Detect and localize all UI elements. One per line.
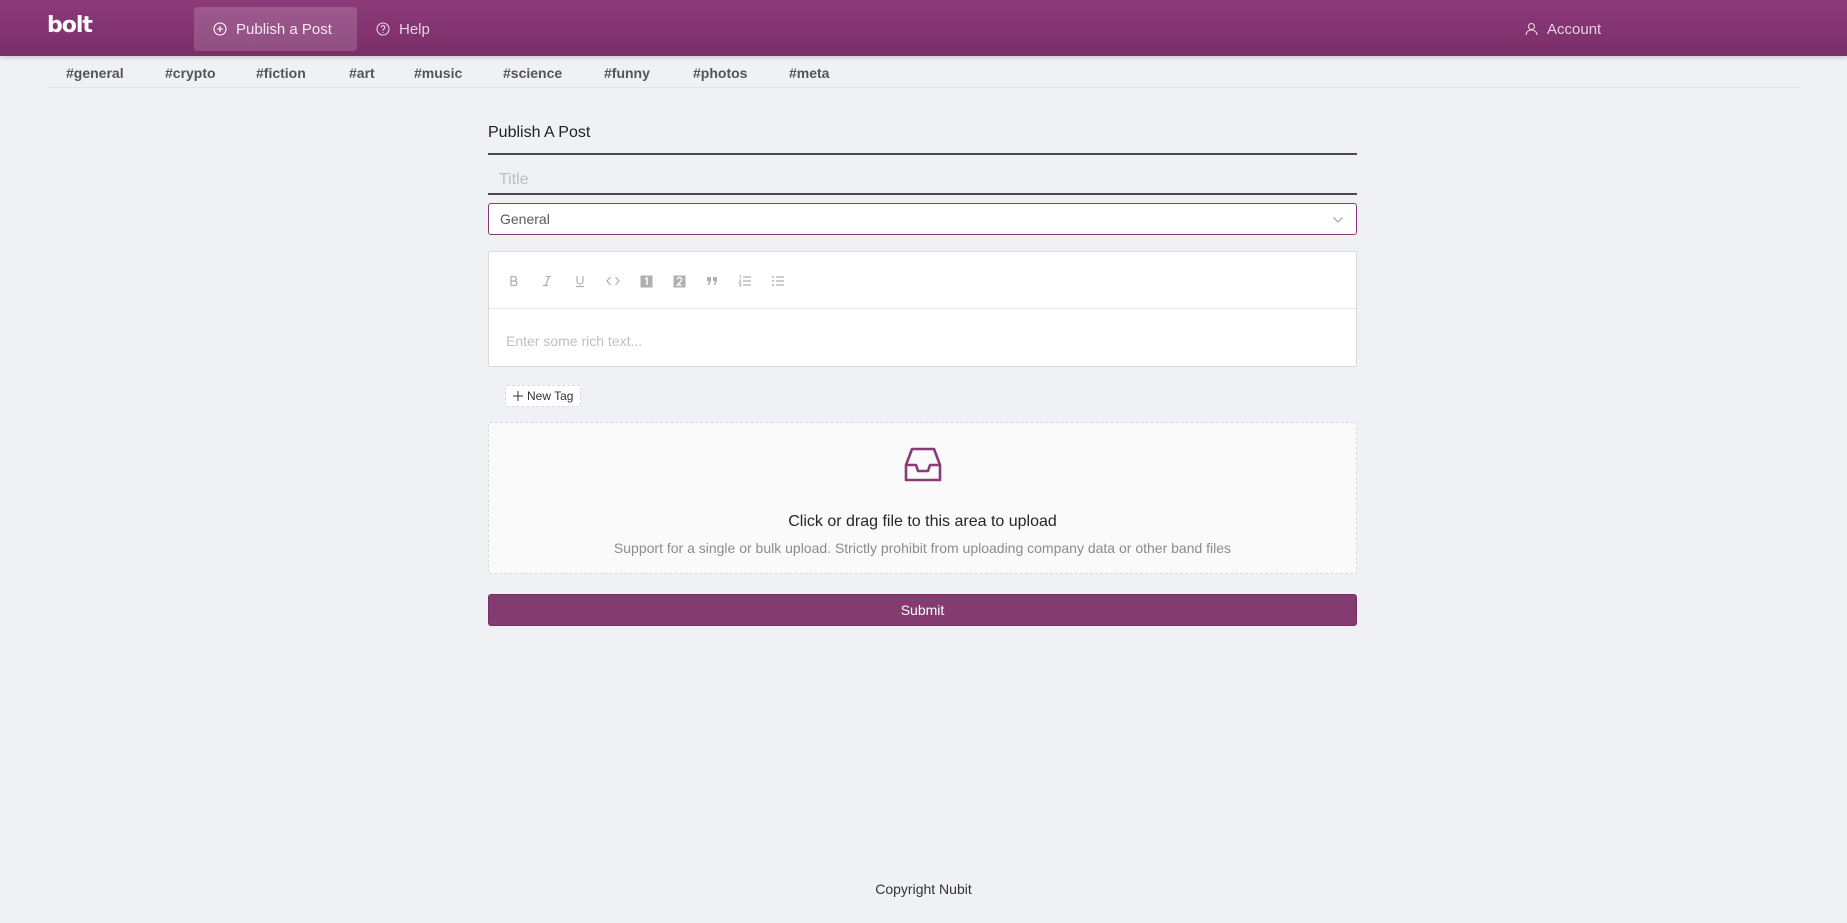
logo[interactable]: bolt: [47, 13, 93, 38]
new-tag-label: New Tag: [527, 389, 574, 403]
heading-two-icon[interactable]: [670, 272, 688, 290]
code-icon[interactable]: [604, 272, 622, 290]
tag-general[interactable]: #general: [66, 65, 124, 81]
submit-button[interactable]: Submit: [488, 594, 1357, 626]
category-select[interactable]: General: [488, 203, 1357, 235]
tag-music[interactable]: #music: [414, 65, 462, 81]
nav-publish-label: Publish a Post: [236, 20, 332, 38]
upload-dropzone[interactable]: Click or drag file to this area to uploa…: [488, 422, 1357, 574]
footer-copyright: Copyright Nubit: [875, 881, 972, 897]
nav-help[interactable]: Help: [376, 7, 430, 51]
bulleted-list-icon[interactable]: [769, 272, 787, 290]
nav-publish-post[interactable]: Publish a Post: [194, 7, 357, 51]
title-input[interactable]: [488, 167, 1357, 195]
tag-crypto[interactable]: #crypto: [165, 65, 216, 81]
heading-one-icon[interactable]: [637, 272, 655, 290]
tag-funny[interactable]: #funny: [604, 65, 650, 81]
question-circle-icon: [376, 22, 390, 36]
tag-photos[interactable]: #photos: [693, 65, 747, 81]
underline-icon[interactable]: [571, 272, 589, 290]
nav-help-label: Help: [399, 20, 430, 38]
inbox-icon: [903, 445, 943, 490]
bold-icon[interactable]: [505, 272, 523, 290]
nav-account[interactable]: Account: [1525, 7, 1601, 51]
tag-science[interactable]: #science: [503, 65, 562, 81]
blockquote-icon[interactable]: [703, 272, 721, 290]
plus-circle-icon: [213, 22, 227, 36]
tags-bar: #general #crypto #fiction #art #music #s…: [48, 56, 1800, 88]
numbered-list-icon[interactable]: [736, 272, 754, 290]
plus-icon: [513, 391, 523, 401]
page-title: Publish A Post: [488, 124, 1357, 155]
category-selected-value: General: [500, 211, 550, 227]
top-header: bolt Publish a Post Help Account: [0, 0, 1847, 56]
upload-text: Click or drag file to this area to uploa…: [788, 513, 1057, 530]
italic-icon[interactable]: [538, 272, 556, 290]
new-tag-button[interactable]: New Tag: [505, 385, 582, 407]
editor-content-area[interactable]: Enter some rich text...: [506, 333, 642, 349]
chevron-down-icon: [1332, 213, 1344, 229]
user-icon: [1525, 22, 1538, 36]
nav-account-label: Account: [1547, 20, 1602, 38]
rich-text-editor: Enter some rich text...: [488, 251, 1357, 367]
tag-art[interactable]: #art: [349, 65, 375, 81]
tag-meta[interactable]: #meta: [789, 65, 829, 81]
tag-fiction[interactable]: #fiction: [256, 65, 306, 81]
upload-hint: Support for a single or bulk upload. Str…: [613, 540, 1232, 556]
editor-toolbar: [489, 252, 1356, 309]
